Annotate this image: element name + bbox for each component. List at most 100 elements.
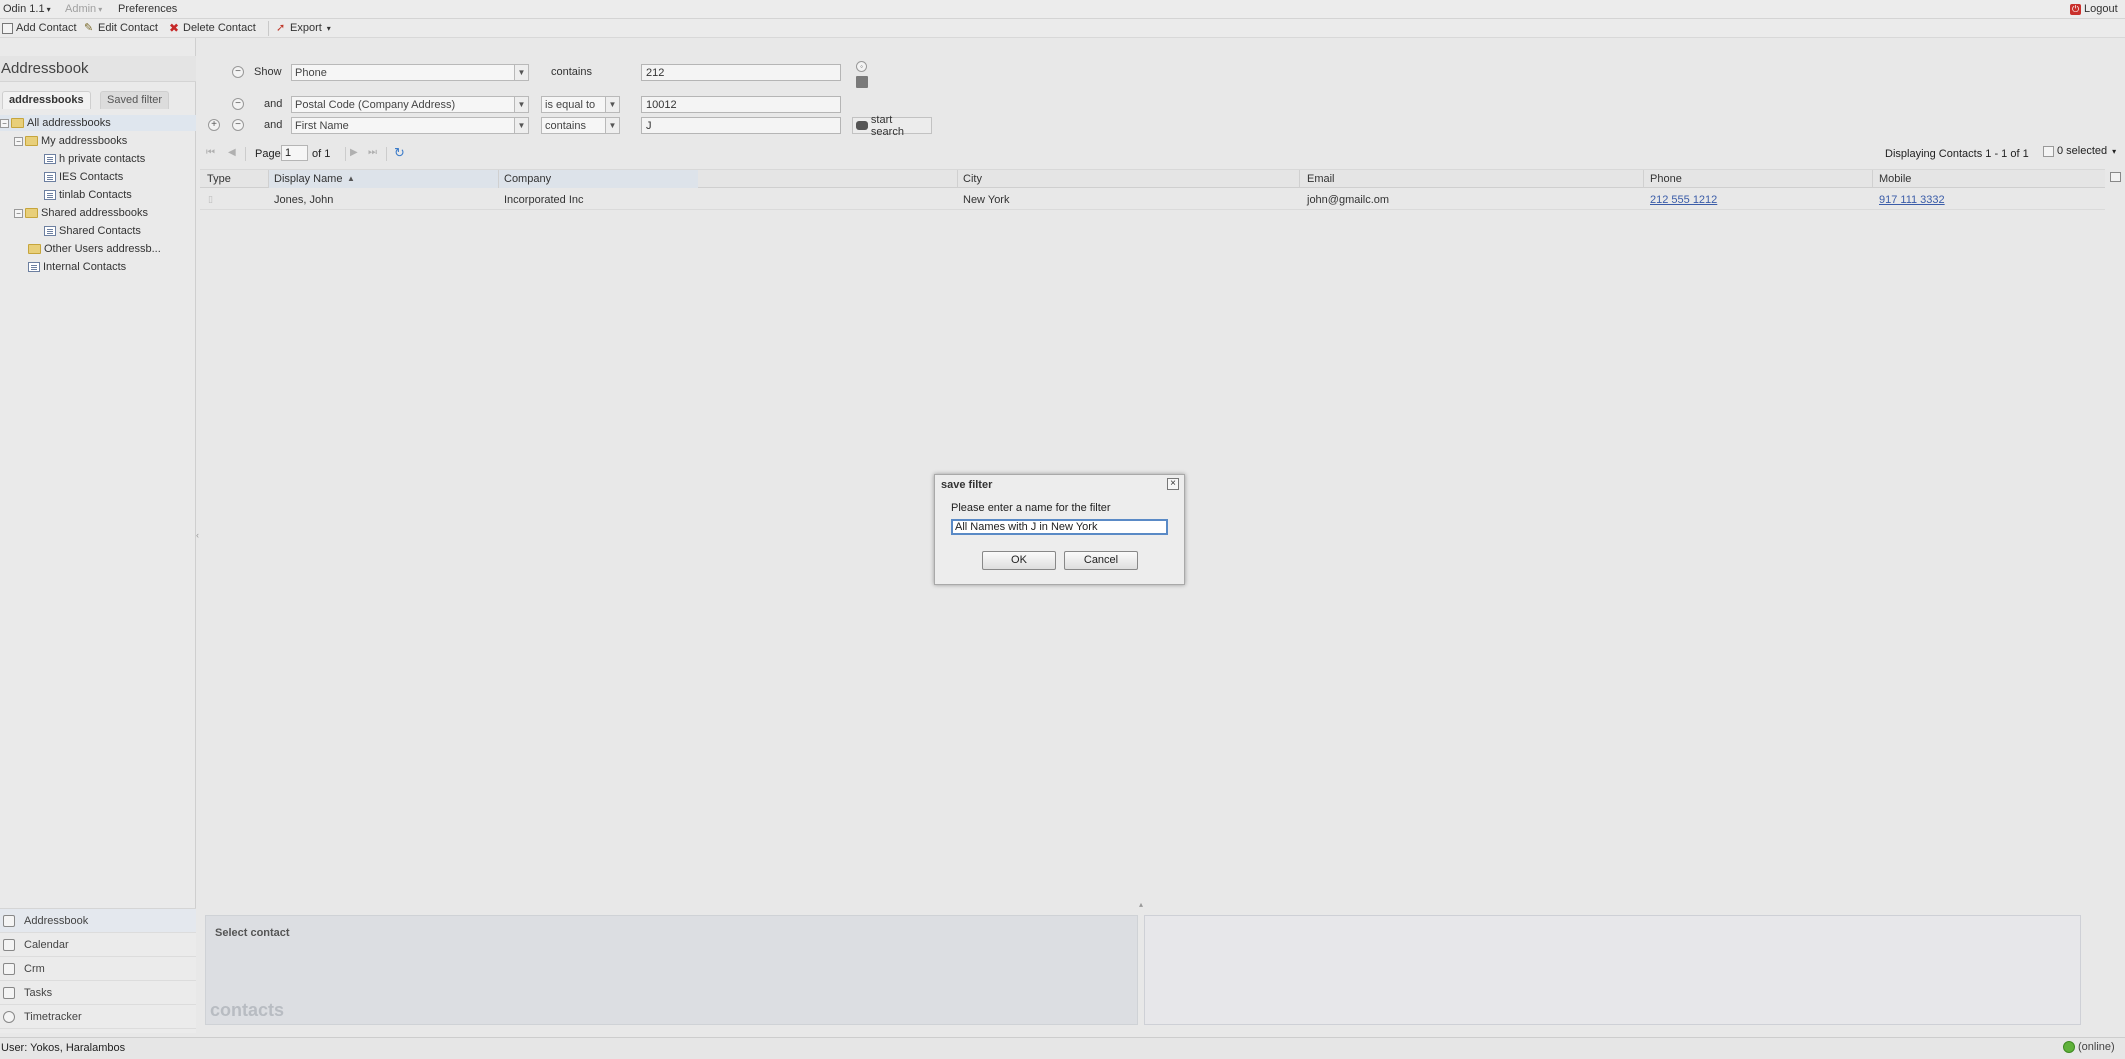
filter-field-select[interactable]: First Name ▼	[291, 117, 529, 134]
start-search-button[interactable]: start search	[852, 114, 932, 138]
cell-mobile-link[interactable]: 917 111 3332	[1879, 194, 1945, 206]
app-calendar[interactable]: Calendar	[0, 933, 196, 957]
tree-item-my-addressbooks[interactable]: − My addressbooks	[14, 133, 127, 149]
page-input[interactable]: 1	[281, 145, 308, 161]
filter-field-select[interactable]: Phone ▼	[291, 64, 529, 81]
panel-title: Addressbook	[1, 60, 89, 77]
export-label: Export	[290, 22, 322, 34]
column-divider	[1643, 170, 1644, 188]
app-menu-label: Odin 1.1	[3, 3, 45, 15]
tree-item-label: My addressbooks	[41, 135, 128, 147]
tree-item-tinlab-contacts[interactable]: tinlab Contacts	[44, 187, 132, 203]
last-page-icon[interactable]: ⏭	[368, 147, 377, 158]
remove-filter-icon[interactable]: −	[232, 66, 244, 78]
tree-item-other-users[interactable]: Other Users addressb...	[28, 241, 161, 257]
checkmark-icon	[3, 987, 15, 999]
delete-contact-button[interactable]: ✖ Delete Contact	[169, 20, 256, 35]
add-filter-icon[interactable]: +	[208, 119, 220, 131]
first-page-icon[interactable]: ⏮	[206, 147, 215, 158]
tree-item-label: All addressbooks	[27, 117, 111, 129]
remove-filter-icon[interactable]: −	[232, 98, 244, 110]
save-filter-icon[interactable]	[856, 76, 868, 88]
filter-operator-select[interactable]: contains ▼	[541, 117, 620, 134]
page-label: Page	[255, 148, 281, 160]
admin-menu-label: Admin	[65, 3, 97, 15]
ok-button[interactable]: OK	[982, 551, 1056, 570]
table-row[interactable]: ▯ Jones, John Incorporated Inc New York …	[200, 190, 2105, 210]
toolbar: Add Contact ✎ Edit Contact ✖ Delete Cont…	[0, 19, 2125, 38]
page-of-label: of 1	[312, 148, 331, 160]
filter-conjunction: Show	[254, 66, 282, 78]
selection-menu[interactable]: 0 selected ▾	[2043, 145, 2116, 157]
tree-item-all-addressbooks[interactable]: − All addressbooks	[0, 115, 196, 131]
filter-name-input[interactable]: All Names with J in New York	[951, 519, 1168, 535]
folder-icon	[28, 244, 41, 254]
refresh-filter-icon[interactable]: ◦	[856, 61, 867, 72]
online-status: (online)	[2063, 1041, 2115, 1053]
chevron-down-icon: ▼	[605, 118, 619, 133]
refresh-icon[interactable]: ↻	[394, 145, 405, 161]
app-menu[interactable]: Odin 1.1 ▾	[3, 3, 51, 15]
column-type[interactable]: Type	[207, 173, 231, 185]
filter-operator-select[interactable]: is equal to ▼	[541, 96, 620, 113]
logout-button[interactable]: ⏻ Logout	[2070, 3, 2118, 15]
select-value: is equal to	[545, 99, 596, 111]
column-chooser-icon[interactable]	[2110, 172, 2121, 182]
filter-value-input[interactable]: J	[641, 117, 841, 134]
filter-field-select[interactable]: Postal Code (Company Address) ▼	[291, 96, 529, 113]
folder-icon	[25, 136, 38, 146]
calendar-icon	[3, 939, 15, 951]
preferences-menu[interactable]: Preferences	[118, 3, 177, 15]
contacts-watermark: contacts	[210, 1000, 285, 1020]
column-mobile[interactable]: Mobile	[1879, 173, 1911, 185]
next-page-icon[interactable]: ▶	[350, 147, 358, 158]
chevron-down-icon: ▾	[98, 5, 103, 14]
filter-row: − Show Phone ▼ contains 212 ◦	[200, 61, 940, 88]
close-icon[interactable]: ×	[1167, 478, 1179, 490]
tree-item-label: tinlab Contacts	[59, 189, 132, 201]
column-divider	[498, 170, 499, 188]
column-phone[interactable]: Phone	[1650, 173, 1682, 185]
cancel-button[interactable]: Cancel	[1064, 551, 1138, 570]
splitter-handle[interactable]: ‹	[196, 530, 200, 548]
cell-phone-link[interactable]: 212 555 1212	[1650, 194, 1717, 206]
prev-page-icon[interactable]: ◀	[228, 147, 236, 158]
binoculars-icon	[856, 121, 868, 130]
column-email[interactable]: Email	[1307, 173, 1335, 185]
edit-contact-label: Edit Contact	[98, 22, 158, 34]
collapse-icon[interactable]: −	[14, 136, 23, 146]
chevron-down-icon: ▼	[514, 65, 528, 80]
folder-icon	[11, 118, 24, 128]
app-crm[interactable]: Crm	[0, 957, 196, 981]
menu-bar: Odin 1.1 ▾ Admin ▾ Preferences ⏻ Logout	[0, 0, 2125, 19]
column-company[interactable]: Company	[504, 173, 551, 185]
selection-count: 0 selected	[2057, 145, 2108, 157]
column-divider	[1872, 170, 1873, 188]
tree-item-internal-contacts[interactable]: Internal Contacts	[28, 259, 126, 275]
app-tasks[interactable]: Tasks	[0, 981, 196, 1005]
grid-header: Type Display Name ▲ Company City Email P…	[200, 169, 2105, 188]
column-display-name-sorted[interactable]: Display Name ▲	[269, 170, 698, 188]
export-button[interactable]: ➚ Export ▾	[276, 22, 331, 34]
collapse-icon[interactable]: −	[14, 208, 23, 218]
tab-saved-filter[interactable]: Saved filter	[100, 91, 170, 109]
app-timetracker[interactable]: Timetracker	[0, 1005, 196, 1029]
tree-item-shared-addressbooks[interactable]: − Shared addressbooks	[14, 205, 148, 221]
tree-item-h-private-contacts[interactable]: h private contacts	[44, 151, 145, 167]
delete-icon: ✖	[169, 20, 180, 35]
tree-item-ies-contacts[interactable]: IES Contacts	[44, 169, 123, 185]
edit-contact-button[interactable]: ✎ Edit Contact	[84, 22, 158, 34]
splitter-handle[interactable]: ▴	[1139, 900, 1143, 909]
tree-item-shared-contacts[interactable]: Shared Contacts	[44, 223, 141, 239]
remove-filter-icon[interactable]: −	[232, 119, 244, 131]
column-city[interactable]: City	[963, 173, 982, 185]
tab-addressbooks[interactable]: addressbooks	[2, 91, 91, 109]
filter-value-input[interactable]: 10012	[641, 96, 841, 113]
pager-divider	[345, 147, 346, 161]
admin-menu[interactable]: Admin ▾	[65, 3, 102, 15]
collapse-icon[interactable]: −	[0, 118, 9, 128]
add-contact-button[interactable]: Add Contact	[2, 22, 77, 34]
app-label: Crm	[24, 962, 45, 975]
filter-value-input[interactable]: 212	[641, 64, 841, 81]
app-addressbook[interactable]: Addressbook	[0, 909, 196, 933]
